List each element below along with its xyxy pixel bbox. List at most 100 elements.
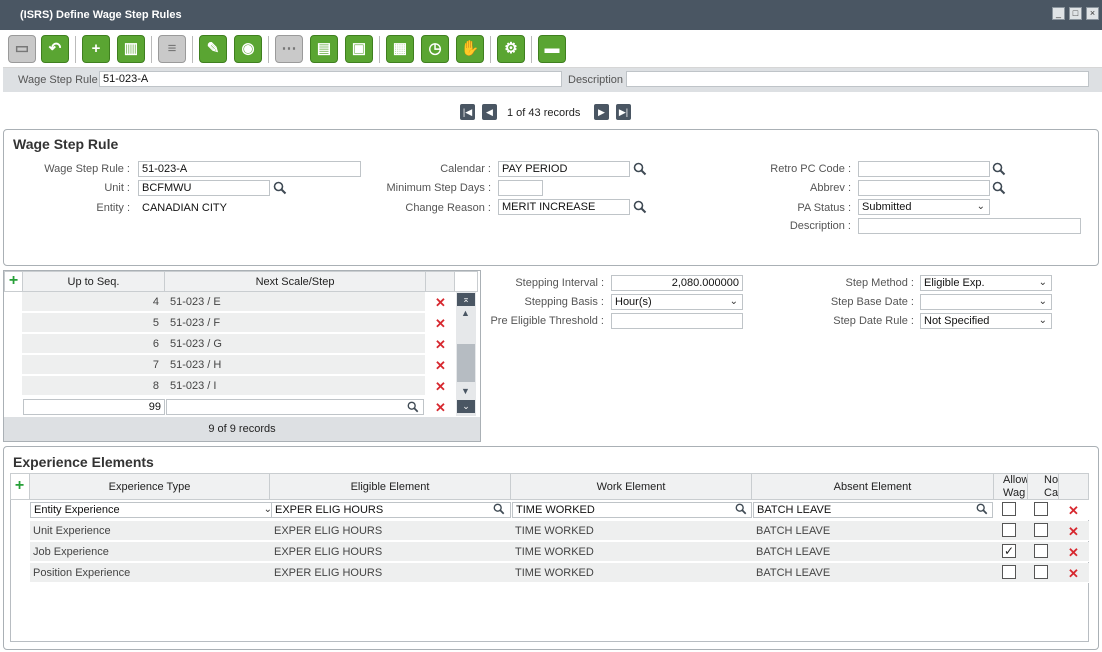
stepping-basis-select[interactable]: Hour(s) ⌄ (611, 294, 743, 310)
table-row[interactable]: Unit Experience EXPER ELIG HOURS TIME WORK… (10, 521, 1089, 542)
export-icon[interactable]: ▣ (345, 35, 373, 63)
delete-row-icon[interactable]: ✕ (435, 338, 446, 351)
allow-wag-checkbox[interactable] (1002, 523, 1016, 537)
maximize-button[interactable]: □ (1069, 7, 1082, 20)
retro-pc-code-label: Retro PC Code : (770, 163, 851, 175)
min-step-days-label: Minimum Step Days : (386, 182, 491, 194)
no-carry-checkbox[interactable] (1034, 565, 1048, 579)
view-icon[interactable]: ◉ (234, 35, 262, 63)
table-row[interactable]: Job Experience EXPER ELIG HOURS TIME WORKE… (10, 542, 1089, 563)
prev-record-button[interactable]: ◀ (482, 104, 497, 120)
screen-icon[interactable]: ▬ (538, 35, 566, 63)
work-element-cell: TIME WORKED (515, 567, 594, 579)
no-carry-checkbox[interactable] (1034, 502, 1048, 516)
scroll-up-icon[interactable]: ▲ (461, 308, 470, 318)
workflow-icon[interactable]: ⋯ (275, 35, 303, 63)
undo-icon[interactable]: ↶ (41, 35, 69, 63)
scroll-top-icon[interactable]: ⌅ (457, 293, 475, 306)
delete-row-icon[interactable]: ✕ (1068, 546, 1079, 559)
steps-record-count: 9 of 9 records (4, 417, 480, 441)
delete-row-icon[interactable]: ✕ (435, 380, 446, 393)
seq-input[interactable]: 99 (23, 399, 165, 415)
table-row[interactable]: 5 51-023 / F ✕ (4, 313, 456, 334)
step-date-rule-select[interactable]: Not Specified ⌄ (920, 313, 1052, 329)
settings-icon[interactable]: ⚙ (497, 35, 525, 63)
delete-row-icon[interactable]: ✕ (1068, 567, 1079, 580)
chevron-down-icon: ⌄ (1038, 296, 1047, 307)
abbrev-input[interactable] (858, 180, 990, 196)
allow-wag-checkbox[interactable] (1002, 502, 1016, 516)
table-row[interactable]: 99 ✕ (4, 397, 456, 418)
scroll-bottom-icon[interactable]: ⌄ (457, 400, 475, 413)
description2-input[interactable] (858, 218, 1081, 234)
close-button[interactable]: × (1086, 7, 1099, 20)
delete-row-icon[interactable]: ✕ (435, 296, 446, 309)
work-element-input[interactable]: TIME WORKED (512, 502, 752, 518)
calendar-search-icon[interactable] (633, 162, 647, 176)
steps-scrollbar[interactable]: ⌅ ▲ ▼ ⌄ (456, 292, 476, 416)
absent-element-input[interactable]: BATCH LEAVE (753, 502, 993, 518)
table-row[interactable]: 8 51-023 / I ✕ (4, 376, 456, 397)
retro-pc-code-input[interactable] (858, 161, 990, 177)
work-search-icon[interactable] (735, 503, 747, 515)
wage-step-rule-input[interactable]: 51-023-A (99, 71, 562, 87)
change-reason-search-icon[interactable] (633, 200, 647, 214)
unit-search-icon[interactable] (273, 181, 287, 195)
add-icon[interactable]: + (82, 35, 110, 63)
experience-type-cell: Job Experience (33, 546, 109, 558)
calendar-input[interactable]: PAY PERIOD (498, 161, 630, 177)
table-row[interactable]: 4 51-023 / E ✕ (4, 292, 456, 313)
absent-search-icon[interactable] (976, 503, 988, 515)
min-step-days-input[interactable] (498, 180, 543, 196)
eligible-element-input[interactable]: EXPER ELIG HOURS (271, 502, 511, 518)
scroll-thumb[interactable] (457, 344, 475, 382)
work-element-cell: TIME WORKED (515, 525, 594, 537)
eligible-search-icon[interactable] (493, 503, 505, 515)
stepping-interval-input[interactable]: 2,080.000000 (611, 275, 743, 291)
allow-wag-checkbox[interactable] (1002, 565, 1016, 579)
no-carry-checkbox[interactable] (1034, 523, 1048, 537)
notes-icon[interactable]: ≡ (158, 35, 186, 63)
abbrev-search-icon[interactable] (992, 181, 1006, 195)
next-step-input[interactable] (166, 399, 424, 415)
step-method-select[interactable]: Eligible Exp. ⌄ (920, 275, 1052, 291)
add-experience-icon[interactable]: + (13, 478, 26, 494)
clipboard-icon[interactable]: ▤ (310, 35, 338, 63)
col-experience-type: Experience Type (29, 473, 270, 500)
table-row[interactable]: Position Experience EXPER ELIG HOURS TIME … (10, 563, 1089, 584)
last-record-button[interactable]: ▶| (616, 104, 631, 120)
retro-search-icon[interactable] (992, 162, 1006, 176)
minimize-button[interactable]: _ (1052, 7, 1065, 20)
report-icon[interactable]: ▦ (386, 35, 414, 63)
unit-input[interactable]: BCFMWU (138, 180, 270, 196)
change-reason-input[interactable]: MERIT INCREASE (498, 199, 630, 215)
save-icon[interactable]: ▭ (8, 35, 36, 63)
next-step-search-icon[interactable] (407, 401, 419, 413)
add-step-icon[interactable]: + (7, 273, 20, 289)
delete-row-icon[interactable]: ✕ (435, 317, 446, 330)
delete-icon[interactable]: ▥ (117, 35, 145, 63)
table-row[interactable]: 6 51-023 / G ✕ (4, 334, 456, 355)
delete-row-icon[interactable]: ✕ (435, 401, 446, 414)
calendar-icon[interactable]: ◷ (421, 35, 449, 63)
delete-row-icon[interactable]: ✕ (1068, 504, 1079, 517)
edit-icon[interactable]: ✎ (199, 35, 227, 63)
no-carry-checkbox[interactable] (1034, 544, 1048, 558)
record-header: Wage Step Rule 51-023-A Description (3, 68, 1102, 92)
pa-status-select[interactable]: Submitted ⌄ (858, 199, 990, 215)
delete-row-icon[interactable]: ✕ (1068, 525, 1079, 538)
experience-type-select[interactable]: Entity Experience ⌄ (30, 502, 277, 518)
allow-wag-checkbox[interactable]: ✓ (1002, 544, 1016, 558)
table-row[interactable]: 7 51-023 / H ✕ (4, 355, 456, 376)
handshake-icon[interactable]: ✋ (456, 35, 484, 63)
description-input[interactable] (626, 71, 1089, 87)
first-record-button[interactable]: |◀ (460, 104, 475, 120)
delete-row-icon[interactable]: ✕ (435, 359, 446, 372)
table-row[interactable]: Entity Experience ⌄ EXPER ELIG HOURS TIME W… (10, 500, 1089, 521)
rule-input[interactable]: 51-023-A (138, 161, 361, 177)
next-record-button[interactable]: ▶ (594, 104, 609, 120)
scroll-down-icon[interactable]: ▼ (461, 386, 470, 396)
absent-element-cell: BATCH LEAVE (756, 546, 831, 558)
pre-eligible-input[interactable] (611, 313, 743, 329)
step-base-date-select[interactable]: ⌄ (920, 294, 1052, 310)
